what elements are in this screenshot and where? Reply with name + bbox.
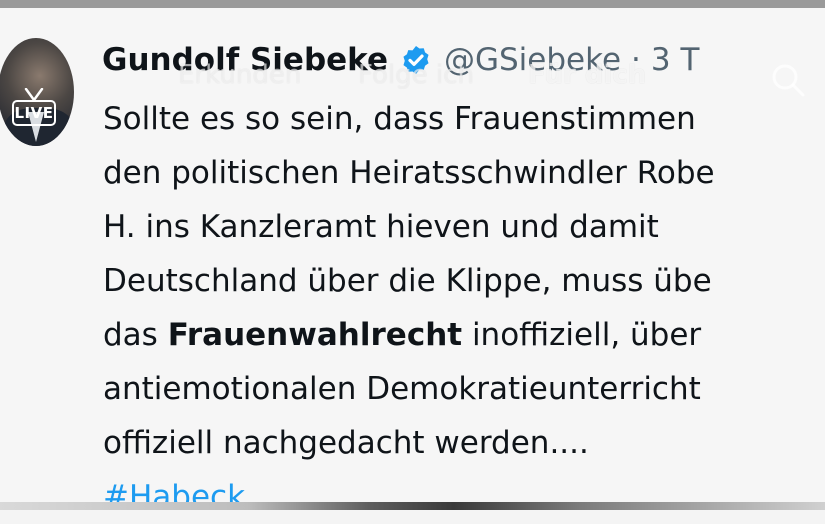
tweet-line: offiziell nachgedacht werden.... bbox=[103, 425, 589, 461]
tweet-line: Deutschland über die Klippe, muss übe bbox=[103, 263, 712, 299]
tweet-text: Sollte es so sein, dass Frauenstimmen de… bbox=[103, 92, 825, 524]
bold-keyword: Frauenwahlrecht bbox=[167, 317, 463, 353]
tweet-text-fragment: inoffiziell, über bbox=[462, 317, 702, 353]
hashtag-link[interactable]: #Habeck bbox=[103, 470, 825, 524]
live-badge: LIVE bbox=[12, 100, 56, 126]
tweet-text-fragment: das bbox=[103, 317, 168, 353]
tweet-line: den politischen Heiratsschwindler Robe bbox=[103, 155, 715, 191]
tweet-line: das Frauenwahlrecht inoffiziell, über bbox=[103, 308, 825, 362]
bottom-edge-strip bbox=[0, 502, 825, 510]
tweet-card[interactable]: LIVE Gundolf Siebeke @GSiebeke · 3 T Erk… bbox=[0, 8, 825, 515]
top-edge-strip bbox=[0, 0, 825, 8]
tweet-line: Sollte es so sein, dass Frauenstimmen bbox=[103, 101, 696, 137]
tweet-line: H. ins Kanzleramt hieven und damit bbox=[103, 209, 659, 245]
tab-for-you[interactable]: Für dich bbox=[528, 60, 646, 90]
tab-explore[interactable]: Erkunden bbox=[178, 60, 301, 90]
tweet-line: antiemotionalen Demokratieunterricht bbox=[103, 371, 701, 407]
tab-following[interactable]: Folge ich bbox=[358, 60, 474, 90]
